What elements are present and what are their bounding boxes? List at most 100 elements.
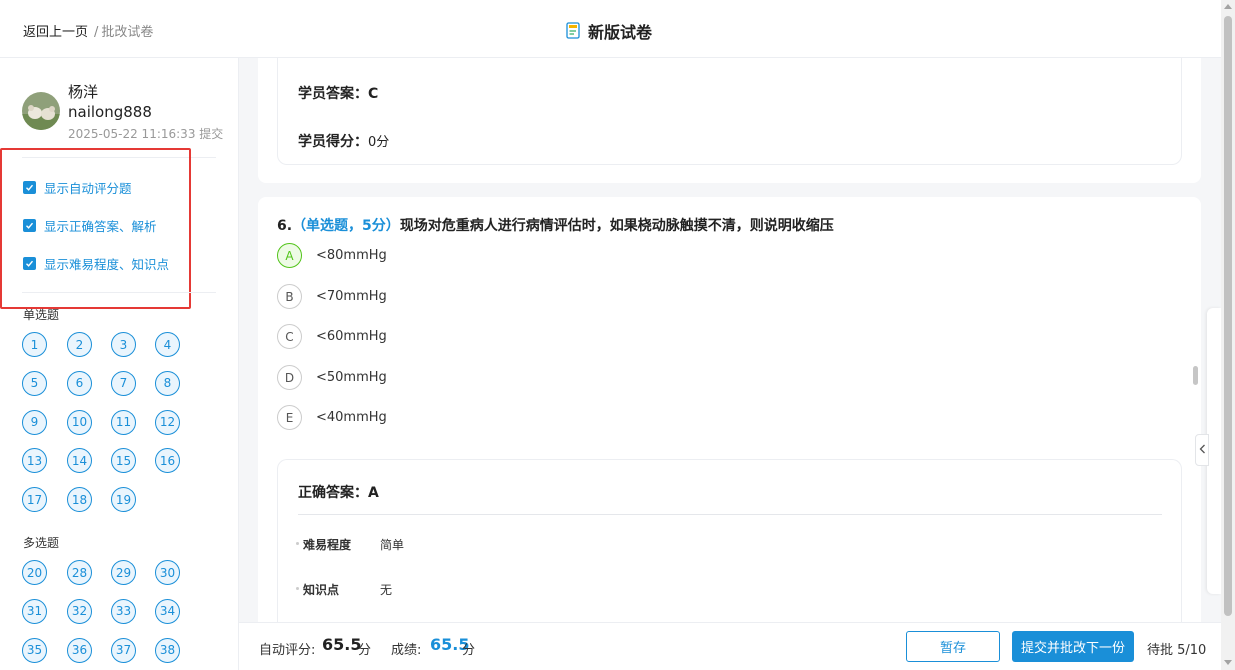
scroll-up-arrow-icon[interactable]: [1224, 4, 1232, 9]
student-score: 学员得分：0分: [298, 131, 389, 151]
choice-e[interactable]: E <40mmHg: [277, 405, 387, 430]
question-nav-6[interactable]: 6: [67, 370, 92, 396]
question-nav-8[interactable]: 8: [155, 370, 180, 396]
choice-text: <40mmHg: [316, 410, 387, 425]
choice-key: A: [277, 243, 302, 268]
submit-next-button[interactable]: 提交并批改下一份: [1012, 631, 1134, 662]
choice-text: <60mmHg: [316, 329, 387, 344]
chevron-left-icon: [1199, 443, 1206, 457]
correct-answer-label: 正确答案：: [298, 485, 368, 501]
question-text: 现场对危重病人进行病情评估时，如果桡动脉触摸不清，则说明收缩压: [399, 218, 834, 234]
option-label: 显示正确答案、解析: [44, 219, 157, 234]
question-nav-12[interactable]: 12: [155, 409, 180, 435]
choice-key: C: [277, 324, 302, 349]
choice-text: <70mmHg: [316, 289, 387, 304]
option-show-answer-analysis[interactable]: 显示正确答案、解析: [23, 216, 157, 235]
question-nav-30[interactable]: 30: [155, 560, 180, 585]
page-title-text: 新版试卷: [588, 23, 653, 42]
pending-count: 待批 5/10: [1147, 643, 1207, 658]
choice-b[interactable]: B <70mmHg: [277, 284, 387, 309]
breadcrumb-separator: /: [94, 25, 99, 40]
content-scroll-thumb[interactable]: [1193, 366, 1198, 385]
question-nav-11[interactable]: 11: [111, 409, 136, 435]
footer-bar: 自动评分: 65.5 分 成绩: 65.5 分 暂存 提交并批改下一份 待批 5…: [239, 622, 1221, 670]
question-nav-33[interactable]: 33: [111, 598, 136, 624]
top-header: 返回上一页 / 批改试卷 新版试卷: [0, 0, 1221, 58]
choice-a[interactable]: A <80mmHg: [277, 243, 387, 268]
question-nav-9[interactable]: 9: [22, 409, 47, 435]
choice-key: E: [277, 405, 302, 430]
question-nav-34[interactable]: 34: [155, 598, 180, 624]
correct-answer-value: A: [368, 485, 379, 501]
question-nav-38[interactable]: 38: [155, 637, 180, 663]
option-show-auto-scored[interactable]: 显示自动评分题: [23, 178, 132, 197]
divider: [22, 292, 216, 293]
scroll-down-arrow-icon[interactable]: [1224, 660, 1232, 665]
question-nav-2[interactable]: 2: [67, 332, 92, 357]
section-label-multi: 多选题: [23, 536, 60, 550]
checkbox-checked-icon[interactable]: [23, 257, 36, 270]
divider: [298, 514, 1162, 515]
choice-d[interactable]: D <50mmHg: [277, 365, 387, 390]
question-nav-15[interactable]: 15: [111, 448, 136, 474]
question-nav-5[interactable]: 5: [22, 370, 47, 396]
choice-text: <80mmHg: [316, 248, 387, 263]
question-nav-20[interactable]: 20: [22, 560, 47, 585]
question-nav-29[interactable]: 29: [111, 560, 136, 585]
difficulty-value: 简单: [380, 538, 405, 552]
question-nav-10[interactable]: 10: [67, 409, 92, 435]
back-link[interactable]: 返回上一页: [23, 25, 88, 40]
final-score-unit: 分: [462, 643, 476, 658]
student-answer-label: 学员答案：: [298, 86, 368, 102]
student-name: 杨洋: [68, 83, 99, 101]
student-answer-box: [277, 58, 1182, 165]
page-title: 新版试卷: [565, 19, 652, 43]
option-show-difficulty-knowledge[interactable]: 显示难易程度、知识点: [23, 254, 169, 273]
auto-score-value: 65.5: [322, 635, 362, 654]
checkbox-checked-icon[interactable]: [23, 181, 36, 194]
question-nav-19[interactable]: 19: [111, 487, 136, 513]
question-nav-35[interactable]: 35: [22, 637, 47, 663]
student-id: nailong888: [68, 103, 152, 121]
question-nav-13[interactable]: 13: [22, 448, 47, 474]
page-scrollbar[interactable]: [1221, 0, 1235, 670]
auto-score-unit: 分: [358, 643, 372, 658]
student-answer: 学员答案：C: [298, 83, 378, 103]
option-label: 显示自动评分题: [44, 181, 132, 196]
question-nav-4[interactable]: 4: [155, 332, 180, 357]
final-score-label: 成绩:: [391, 643, 422, 658]
choice-c[interactable]: C <60mmHg: [277, 324, 387, 349]
question-nav-14[interactable]: 14: [67, 448, 92, 474]
question-nav-17[interactable]: 17: [22, 487, 47, 513]
student-answer-value: C: [368, 86, 379, 102]
knowledge-value: 无: [380, 583, 393, 597]
save-draft-button[interactable]: 暂存: [906, 631, 1000, 662]
correct-answer-box: [277, 459, 1182, 629]
choice-key: D: [277, 365, 302, 390]
question-nav-3[interactable]: 3: [111, 332, 136, 357]
question-nav-1[interactable]: 1: [22, 332, 47, 357]
question-nav-28[interactable]: 28: [67, 560, 92, 585]
auto-score-label: 自动评分:: [259, 643, 316, 658]
drawer-toggle-button[interactable]: [1195, 434, 1209, 466]
avatar: [22, 92, 60, 130]
knowledge-label: 知识点: [296, 581, 339, 598]
question-nav-36[interactable]: 36: [67, 637, 92, 663]
question-nav-7[interactable]: 7: [111, 370, 136, 396]
exam-paper-icon: [565, 22, 581, 40]
choice-key: B: [277, 284, 302, 309]
section-label-single: 单选题: [23, 308, 60, 322]
question-title: 6.（单选题，5分）现场对危重病人进行病情评估时，如果桡动脉触摸不清，则说明收缩…: [277, 215, 834, 235]
breadcrumb-current: 批改试卷: [101, 25, 154, 40]
question-nav-32[interactable]: 32: [67, 598, 92, 624]
question-nav-31[interactable]: 31: [22, 598, 47, 624]
difficulty-label: 难易程度: [296, 536, 351, 553]
checkbox-checked-icon[interactable]: [23, 219, 36, 232]
breadcrumb: 返回上一页 / 批改试卷: [23, 21, 153, 40]
choice-text: <50mmHg: [316, 370, 387, 385]
scrollbar-thumb[interactable]: [1224, 16, 1232, 616]
question-meta: （单选题，5分）: [292, 218, 400, 234]
question-nav-18[interactable]: 18: [67, 487, 92, 513]
question-nav-37[interactable]: 37: [111, 637, 136, 663]
question-nav-16[interactable]: 16: [155, 448, 180, 474]
